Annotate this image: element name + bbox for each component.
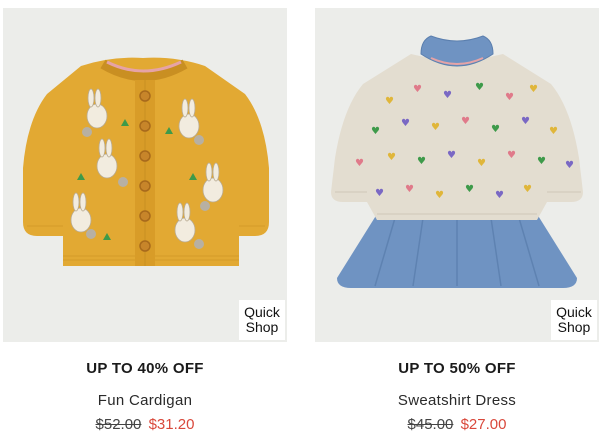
svg-text:♥: ♥	[431, 122, 440, 133]
product-name-link[interactable]: Fun Cardigan	[3, 392, 287, 412]
product-card-fun-cardigan[interactable]: Quick Shop UP TO 40% OFF Fun Cardigan $5…	[3, 0, 287, 444]
svg-text:♥: ♥	[465, 184, 474, 195]
original-price: $45.00	[407, 416, 454, 433]
svg-text:♥: ♥	[413, 84, 422, 95]
product-info: UP TO 50% OFF Sweatshirt Dress $45.00 $2…	[315, 360, 599, 436]
svg-text:♥: ♥	[461, 116, 470, 127]
product-grid: Quick Shop UP TO 40% OFF Fun Cardigan $5…	[0, 0, 613, 444]
quick-shop-button[interactable]: Quick Shop	[239, 300, 285, 340]
sale-price: $27.00	[460, 416, 507, 433]
product-image[interactable]: Quick Shop	[3, 8, 287, 342]
svg-text:♥: ♥	[491, 124, 500, 135]
price-row: $52.00 $31.20	[3, 416, 287, 436]
svg-text:♥: ♥	[401, 118, 410, 129]
sale-price: $31.20	[148, 416, 195, 433]
svg-text:♥: ♥	[417, 156, 426, 167]
svg-text:♥: ♥	[523, 184, 532, 195]
product-card-sweatshirt-dress[interactable]: ♥ ♥ ♥ ♥ ♥ ♥ ♥ ♥ ♥ ♥ ♥ ♥ ♥ ♥ ♥ ♥ ♥ ♥ ♥ ♥ …	[315, 0, 599, 444]
svg-text:♥: ♥	[505, 92, 514, 103]
yellow-bunny-cardigan-image	[23, 57, 269, 266]
quick-shop-label-line1: Quick	[244, 304, 280, 320]
heart-sweatshirt-dress-image: ♥ ♥ ♥ ♥ ♥ ♥ ♥ ♥ ♥ ♥ ♥ ♥ ♥ ♥ ♥ ♥ ♥ ♥ ♥ ♥ …	[331, 35, 583, 288]
svg-text:♥: ♥	[475, 82, 484, 93]
promo-label: UP TO 40% OFF	[86, 360, 204, 377]
svg-text:♥: ♥	[443, 90, 452, 101]
svg-text:♥: ♥	[495, 190, 504, 201]
quick-shop-label-line2: Shop	[245, 319, 279, 335]
svg-text:♥: ♥	[565, 160, 574, 171]
product-image[interactable]: ♥ ♥ ♥ ♥ ♥ ♥ ♥ ♥ ♥ ♥ ♥ ♥ ♥ ♥ ♥ ♥ ♥ ♥ ♥ ♥ …	[315, 8, 599, 342]
svg-text:♥: ♥	[537, 156, 546, 167]
price-row: $45.00 $27.00	[315, 416, 599, 436]
svg-text:♥: ♥	[385, 96, 394, 107]
quick-shop-label-line1: Quick	[556, 304, 592, 320]
svg-text:♥: ♥	[371, 126, 380, 137]
promo-label: UP TO 50% OFF	[398, 360, 516, 377]
original-price: $52.00	[95, 416, 142, 433]
svg-text:♥: ♥	[477, 158, 486, 169]
svg-text:♥: ♥	[355, 158, 364, 169]
svg-text:♥: ♥	[549, 126, 558, 137]
quick-shop-label-line2: Shop	[557, 319, 591, 335]
svg-text:♥: ♥	[507, 150, 516, 161]
product-info: UP TO 40% OFF Fun Cardigan $52.00 $31.20	[3, 360, 287, 436]
svg-text:♥: ♥	[375, 188, 384, 199]
svg-text:♥: ♥	[387, 152, 396, 163]
svg-text:♥: ♥	[405, 184, 414, 195]
svg-text:♥: ♥	[435, 190, 444, 201]
svg-text:♥: ♥	[447, 150, 456, 161]
svg-text:♥: ♥	[529, 84, 538, 95]
quick-shop-button[interactable]: Quick Shop	[551, 300, 597, 340]
svg-text:♥: ♥	[521, 116, 530, 127]
product-name-link[interactable]: Sweatshirt Dress	[315, 392, 599, 412]
